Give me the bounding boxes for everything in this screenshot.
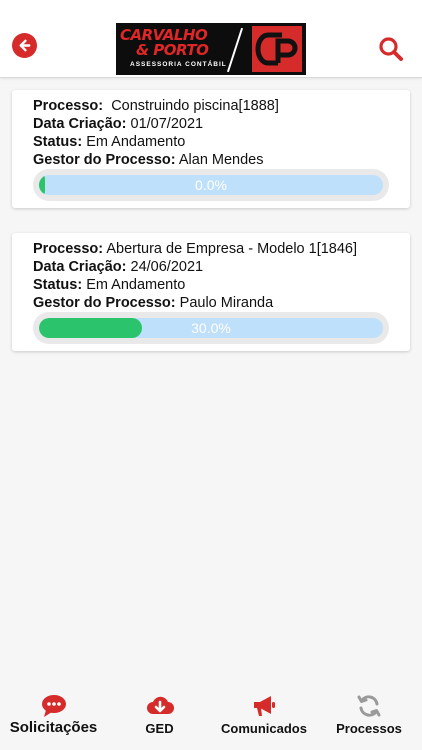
manager-label: Gestor do Processo: xyxy=(33,152,176,168)
status-value: Em Andamento xyxy=(86,134,186,150)
process-card[interactable]: Processo: Abertura de Empresa - Modelo 1… xyxy=(12,233,410,351)
nav-label: Processos xyxy=(336,721,402,736)
creation-date-row: Data Criação: 24/06/2021 xyxy=(33,258,389,276)
creation-date-label: Data Criação: xyxy=(33,116,127,132)
progress-bar: 0.0% xyxy=(33,169,389,201)
refresh-icon xyxy=(357,695,381,717)
bottom-navigation: Solicitações GED Comunicados Processos xyxy=(0,692,422,750)
manager-name: Alan Mendes xyxy=(178,152,264,168)
status-row: Status: Em Andamento xyxy=(33,133,389,151)
progress-track: 30.0% xyxy=(39,318,383,338)
status-row: Status: Em Andamento xyxy=(33,276,389,294)
app-screen: CARVALHO & PORTO ASSESSORIA CONTÁBIL Pro… xyxy=(0,0,422,750)
nav-item-solicitacoes[interactable]: Solicitações xyxy=(6,692,101,750)
nav-label: Comunicados xyxy=(221,721,307,736)
status-label: Status: xyxy=(33,134,83,150)
creation-date-label: Data Criação: xyxy=(33,259,127,275)
manager-name: Paulo Miranda xyxy=(179,295,274,311)
logo-text-line2: & PORTO xyxy=(136,41,209,59)
progress-percent: 30.0% xyxy=(191,320,231,336)
creation-date: 24/06/2021 xyxy=(130,259,204,275)
nav-item-comunicados[interactable]: Comunicados xyxy=(218,692,310,750)
search-icon xyxy=(379,37,403,61)
process-name: Abertura de Empresa - Modelo 1[1846] xyxy=(106,241,358,257)
logo-divider xyxy=(226,27,244,73)
process-card[interactable]: Processo: Construindo piscina[1888] Data… xyxy=(12,90,410,208)
manager-label: Gestor do Processo: xyxy=(33,295,176,311)
nav-label: Solicitações xyxy=(9,719,98,736)
progress-percent: 0.0% xyxy=(195,177,227,193)
process-label: Processo: xyxy=(33,98,104,114)
company-logo: CARVALHO & PORTO ASSESSORIA CONTÁBIL xyxy=(116,23,306,75)
status-label: Status: xyxy=(33,277,83,293)
process-name-row: Processo: Abertura de Empresa - Modelo 1… xyxy=(33,240,389,258)
nav-item-ged[interactable]: GED xyxy=(137,692,182,750)
process-label: Processo: xyxy=(33,241,104,257)
progress-track: 0.0% xyxy=(39,175,383,195)
process-name: Construindo piscina[1888] xyxy=(111,98,279,114)
logo-mark xyxy=(252,26,302,72)
top-bar: CARVALHO & PORTO ASSESSORIA CONTÁBIL xyxy=(0,0,422,78)
megaphone-icon xyxy=(254,696,275,716)
status-value: Em Andamento xyxy=(86,277,186,293)
creation-date: 01/07/2021 xyxy=(130,116,204,132)
manager-row: Gestor do Processo: Paulo Miranda xyxy=(33,294,389,312)
progress-bar: 30.0% xyxy=(33,312,389,344)
manager-row: Gestor do Processo: Alan Mendes xyxy=(33,151,389,169)
logo-subtitle: ASSESSORIA CONTÁBIL xyxy=(130,61,227,68)
search-button[interactable] xyxy=(378,36,404,62)
arrow-left-icon xyxy=(19,39,31,52)
nav-label: GED xyxy=(145,721,174,736)
back-button[interactable] xyxy=(12,33,37,58)
cloud-download-icon xyxy=(146,696,174,714)
nav-item-processos[interactable]: Processos xyxy=(334,692,404,750)
process-name-row: Processo: Construindo piscina[1888] xyxy=(33,97,389,115)
creation-date-row: Data Criação: 01/07/2021 xyxy=(33,115,389,133)
chat-bubble-icon xyxy=(41,695,66,717)
